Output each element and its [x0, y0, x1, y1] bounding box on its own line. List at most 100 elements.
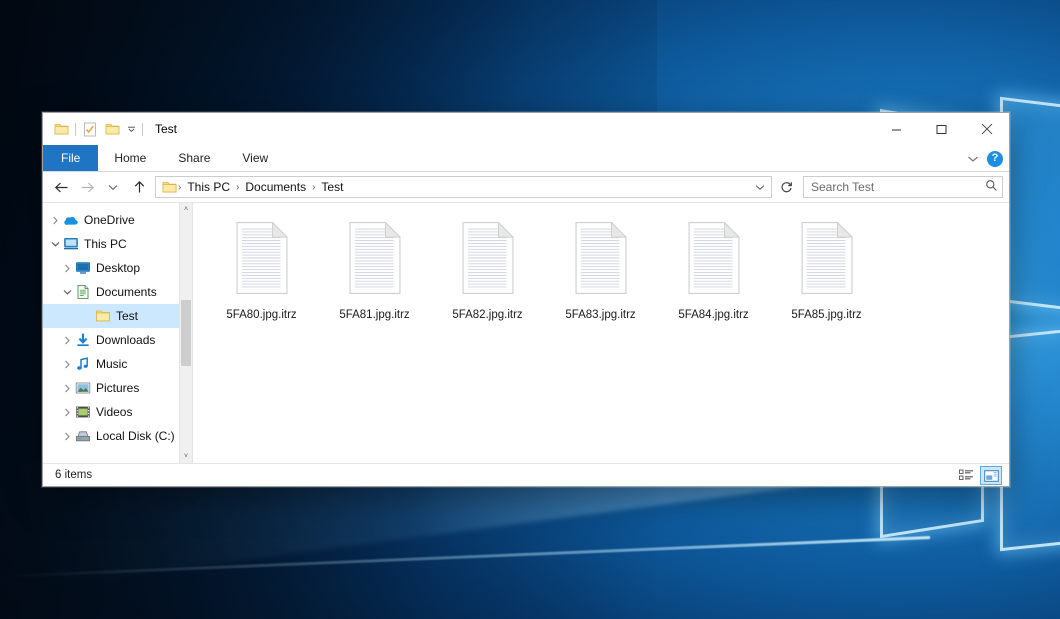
- sidebar-item-documents[interactable]: Documents: [43, 280, 179, 304]
- minimize-button[interactable]: [874, 113, 919, 145]
- chevron-right-icon[interactable]: [59, 356, 75, 372]
- navigation-pane: OneDrive This PC Desktop Documents Test Downl…: [43, 203, 193, 463]
- tab-file[interactable]: File: [43, 145, 98, 171]
- drive-icon: [75, 428, 91, 444]
- address-bar: › This PC › Documents › Test Search Test: [43, 172, 1009, 202]
- toolbar-separator-2: [142, 123, 143, 136]
- scroll-down-arrow-icon[interactable]: ˅: [180, 450, 192, 463]
- desktop-icon: [75, 260, 91, 276]
- file-name-label: 5FA85.jpg.itrz: [791, 309, 861, 321]
- chevron-right-icon[interactable]: [59, 380, 75, 396]
- large-icons-view-button[interactable]: [980, 466, 1002, 485]
- sidebar-item-onedrive[interactable]: OneDrive: [43, 208, 179, 232]
- sidebar-item-videos[interactable]: Videos: [43, 400, 179, 424]
- sidebar-scrollbar[interactable]: ˄ ˅: [179, 203, 192, 463]
- thispc-icon: [63, 236, 79, 252]
- ribbon-actions: ?: [967, 145, 1003, 172]
- file-item[interactable]: 5FA82.jpg.itrz: [431, 215, 544, 321]
- chevron-right-icon[interactable]: [59, 428, 75, 444]
- onedrive-icon: [63, 212, 79, 228]
- search-input[interactable]: Search Test: [811, 180, 985, 194]
- music-icon: [75, 356, 91, 372]
- file-item[interactable]: 5FA81.jpg.itrz: [318, 215, 431, 321]
- view-toggle-group: [955, 464, 1002, 487]
- sidebar-item-label: Test: [116, 309, 138, 323]
- folder-icon[interactable]: [50, 118, 72, 140]
- sidebar-item-label: Videos: [96, 405, 132, 419]
- sidebar-item-test[interactable]: Test: [43, 304, 179, 328]
- chevron-down-icon[interactable]: [59, 284, 75, 300]
- sidebar-item-desktop[interactable]: Desktop: [43, 256, 179, 280]
- sidebar-item-label: Pictures: [96, 381, 139, 395]
- document-icon: [684, 221, 744, 295]
- chevron-right-icon[interactable]: [59, 404, 75, 420]
- folder-icon: [95, 308, 111, 324]
- help-icon[interactable]: ?: [987, 151, 1003, 167]
- chevron-right-icon[interactable]: [59, 260, 75, 276]
- file-explorer-window: Test File Home Share View ?: [42, 112, 1010, 487]
- back-button[interactable]: [49, 175, 73, 199]
- toolbar-separator: [75, 123, 76, 136]
- chevron-right-icon[interactable]: [59, 332, 75, 348]
- close-button[interactable]: [964, 113, 1009, 145]
- expand-ribbon-chevron-down-icon[interactable]: [967, 152, 979, 166]
- maximize-button[interactable]: [919, 113, 964, 145]
- breadcrumb-item-documents[interactable]: Documents: [240, 180, 311, 194]
- pictures-icon: [75, 380, 91, 396]
- refresh-button[interactable]: [775, 176, 797, 198]
- scroll-up-arrow-icon[interactable]: ˄: [180, 203, 192, 216]
- document-icon: [571, 221, 631, 295]
- sidebar-item-music[interactable]: Music: [43, 352, 179, 376]
- chevron-right-icon[interactable]: [47, 212, 63, 228]
- new-folder-icon[interactable]: [101, 118, 123, 140]
- document-icon: [458, 221, 518, 295]
- file-item[interactable]: 5FA80.jpg.itrz: [205, 215, 318, 321]
- sidebar-item-label: Downloads: [96, 333, 155, 347]
- document-icon: [232, 221, 292, 295]
- file-item[interactable]: 5FA85.jpg.itrz: [770, 215, 883, 321]
- document-icon: [345, 221, 405, 295]
- title-bar: Test: [43, 113, 1009, 145]
- recent-locations-chevron-down-icon[interactable]: [101, 175, 125, 199]
- status-bar: 6 items: [43, 463, 1009, 486]
- file-name-label: 5FA80.jpg.itrz: [226, 309, 296, 321]
- search-icon[interactable]: [985, 179, 998, 195]
- ribbon-tabs: File Home Share View ?: [43, 145, 1009, 172]
- videos-icon: [75, 404, 91, 420]
- sidebar-item-label: This PC: [84, 237, 127, 251]
- sidebar-item-label: Music: [96, 357, 127, 371]
- sidebar-item-downloads[interactable]: Downloads: [43, 328, 179, 352]
- file-name-label: 5FA84.jpg.itrz: [678, 309, 748, 321]
- search-box[interactable]: Search Test: [803, 176, 1003, 198]
- downloads-icon: [75, 332, 91, 348]
- forward-button: [75, 175, 99, 199]
- scrollbar-thumb[interactable]: [181, 300, 191, 366]
- item-count-label: 6 items: [55, 469, 92, 481]
- breadcrumb-dropdown-chevron-down-icon[interactable]: [751, 177, 769, 197]
- breadcrumb[interactable]: › This PC › Documents › Test: [155, 176, 772, 198]
- customize-dropdown-icon[interactable]: [123, 118, 139, 140]
- tab-view[interactable]: View: [226, 145, 284, 171]
- quick-access-toolbar: [43, 113, 146, 145]
- file-item[interactable]: 5FA83.jpg.itrz: [544, 215, 657, 321]
- tab-home[interactable]: Home: [98, 145, 162, 171]
- breadcrumb-item-test[interactable]: Test: [316, 180, 348, 194]
- file-list-view[interactable]: 5FA80.jpg.itrz 5FA81.jpg.itrz 5FA82.jpg.it…: [193, 203, 1009, 463]
- breadcrumb-item-this-pc[interactable]: This PC: [182, 180, 235, 194]
- sidebar-item-local-disk-c[interactable]: Local Disk (C:): [43, 424, 179, 448]
- sidebar-item-pictures[interactable]: Pictures: [43, 376, 179, 400]
- up-button[interactable]: [127, 175, 151, 199]
- documents-icon: [75, 284, 91, 300]
- chevron-down-icon[interactable]: [47, 236, 63, 252]
- properties-icon[interactable]: [79, 118, 101, 140]
- details-view-button[interactable]: [955, 466, 977, 485]
- sidebar-item-this-pc[interactable]: This PC: [43, 232, 179, 256]
- tab-share[interactable]: Share: [162, 145, 226, 171]
- file-name-label: 5FA81.jpg.itrz: [339, 309, 409, 321]
- file-name-label: 5FA83.jpg.itrz: [565, 309, 635, 321]
- breadcrumb-folder-icon: [161, 179, 177, 195]
- scrollbar-track[interactable]: [180, 216, 192, 450]
- file-item[interactable]: 5FA84.jpg.itrz: [657, 215, 770, 321]
- tree-spacer: [79, 308, 95, 324]
- sidebar-item-label: Desktop: [96, 261, 140, 275]
